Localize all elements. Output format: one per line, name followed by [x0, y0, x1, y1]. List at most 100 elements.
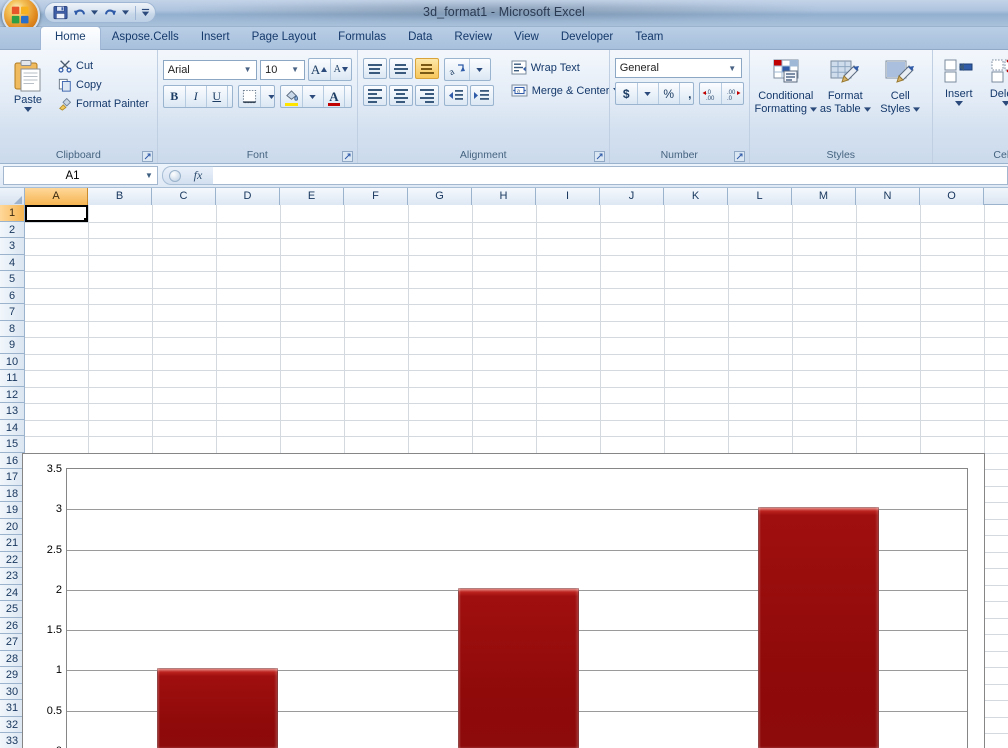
chart-object[interactable]: 00.511.522.533.5ABC	[22, 453, 985, 748]
format-as-table-dropdown-icon[interactable]	[863, 106, 871, 112]
tab-home[interactable]: Home	[40, 26, 101, 50]
tab-review[interactable]: Review	[443, 27, 503, 49]
font-color-button[interactable]: A	[322, 86, 344, 107]
tab-developer[interactable]: Developer	[550, 27, 624, 49]
middle-align-button[interactable]	[388, 58, 413, 79]
underline-dropdown-icon[interactable]	[226, 86, 232, 107]
merge-center-button[interactable]: a Merge & Center	[508, 82, 625, 99]
row-header-14[interactable]: 14	[0, 419, 25, 436]
accounting-format-button[interactable]: $	[616, 83, 637, 104]
orientation-group[interactable]: a	[443, 58, 491, 81]
column-header-M[interactable]: M	[792, 188, 856, 205]
row-header-5[interactable]: 5	[0, 271, 25, 288]
decimal-group[interactable]: .0 .00 .00 .0	[698, 82, 744, 105]
format-as-table-button[interactable]: Format as Table	[819, 57, 872, 148]
chart-bar-C[interactable]	[758, 507, 879, 748]
insert-cells-dropdown-icon[interactable]	[954, 101, 963, 106]
copy-button[interactable]: Copy	[55, 77, 152, 93]
underline-button[interactable]: U	[205, 86, 227, 107]
row-header-8[interactable]: 8	[0, 320, 25, 337]
cell-styles-button[interactable]: Cell Styles	[874, 57, 927, 148]
column-header-C[interactable]: C	[152, 188, 216, 205]
tab-formulas[interactable]: Formulas	[327, 27, 397, 49]
fx-icon[interactable]: fx	[185, 168, 211, 183]
conditional-formatting-button[interactable]: Conditional Formatting	[754, 57, 818, 148]
borders-dropdown-icon[interactable]	[260, 86, 274, 107]
font-style-group[interactable]: B I U	[162, 85, 234, 108]
column-header-L[interactable]: L	[728, 188, 792, 205]
top-align-button[interactable]	[362, 58, 387, 79]
formula-input-zone[interactable]: fx	[162, 166, 1008, 186]
name-box-caret-icon[interactable]: ▼	[141, 171, 157, 180]
delete-cells-dropdown-icon[interactable]	[1001, 101, 1008, 106]
column-header-G[interactable]: G	[408, 188, 472, 205]
row-header-2[interactable]: 2	[0, 221, 25, 238]
cell-styles-dropdown-icon[interactable]	[913, 106, 921, 112]
format-painter-button[interactable]: Format Painter	[55, 96, 152, 112]
column-header-F[interactable]: F	[344, 188, 408, 205]
formula-bar-expand[interactable]: fx	[162, 166, 213, 185]
shrink-font-button[interactable]: A	[329, 59, 351, 80]
font-size-caret-icon[interactable]: ▼	[289, 65, 302, 74]
font-name-combo[interactable]: Arial ▼	[162, 59, 258, 80]
font-dialog-launcher[interactable]	[341, 151, 353, 162]
decrease-decimal-button[interactable]: .00 .0	[721, 83, 743, 104]
tab-aspose-cells[interactable]: Aspose.Cells	[101, 27, 190, 49]
align-center-button[interactable]	[388, 85, 413, 106]
column-header-O[interactable]: O	[920, 188, 984, 205]
comma-format-button[interactable]: ,	[678, 83, 693, 104]
active-cell-A1[interactable]	[25, 205, 89, 223]
row-header-1[interactable]: 1	[0, 205, 25, 222]
row-header-4[interactable]: 4	[0, 254, 25, 271]
tab-data[interactable]: Data	[397, 27, 443, 49]
row-header-10[interactable]: 10	[0, 353, 25, 370]
row-header-9[interactable]: 9	[0, 337, 25, 354]
formula-input[interactable]	[213, 166, 1008, 185]
row-header-11[interactable]: 11	[0, 370, 25, 387]
paste-dropdown-icon[interactable]	[24, 107, 32, 112]
row-header-13[interactable]: 13	[0, 403, 25, 420]
clipboard-dialog-launcher[interactable]	[141, 151, 153, 162]
italic-button[interactable]: I	[184, 86, 206, 107]
column-header-I[interactable]: I	[536, 188, 600, 205]
color-group[interactable]: A	[279, 85, 352, 108]
borders-button[interactable]	[239, 86, 260, 107]
column-header-A[interactable]: A	[25, 188, 88, 205]
bold-button[interactable]: B	[164, 86, 185, 107]
cut-button[interactable]: Cut	[55, 58, 152, 74]
row-header-15[interactable]: 15	[0, 436, 25, 453]
column-header-H[interactable]: H	[472, 188, 536, 205]
row-header-6[interactable]: 6	[0, 287, 25, 304]
conditional-formatting-dropdown-icon[interactable]	[810, 106, 818, 112]
orientation-dropdown-icon[interactable]	[468, 59, 490, 80]
name-box[interactable]: A1 ▼	[3, 166, 158, 185]
borders-group[interactable]	[238, 85, 275, 108]
row-header-12[interactable]: 12	[0, 386, 25, 403]
column-header-E[interactable]: E	[280, 188, 344, 205]
chart-bar-B[interactable]	[458, 588, 579, 748]
fill-color-button[interactable]	[281, 86, 302, 107]
row-header-7[interactable]: 7	[0, 304, 25, 321]
ribbon-tabs[interactable]: Home Aspose.Cells Insert Page Layout For…	[0, 26, 1008, 50]
number-style-group[interactable]: $ % ,	[614, 82, 694, 105]
chart-bar-A[interactable]	[157, 668, 278, 748]
number-dialog-launcher[interactable]	[733, 151, 745, 162]
number-format-caret-icon[interactable]: ▼	[726, 64, 739, 73]
percent-format-button[interactable]: %	[657, 83, 679, 104]
align-left-button[interactable]	[362, 85, 387, 106]
insert-cells-button[interactable]: Insert	[938, 57, 980, 148]
decrease-indent-button[interactable]	[443, 85, 468, 106]
orientation-button[interactable]: a	[445, 59, 469, 80]
alignment-dialog-launcher[interactable]	[593, 151, 605, 162]
column-header-J[interactable]: J	[600, 188, 664, 205]
increase-decimal-button[interactable]: .0 .00	[700, 83, 721, 104]
delete-cells-button[interactable]: Delete	[984, 57, 1008, 148]
column-header-N[interactable]: N	[856, 188, 920, 205]
select-all-corner[interactable]	[0, 188, 25, 205]
font-name-caret-icon[interactable]: ▼	[241, 65, 254, 74]
column-header-D[interactable]: D	[216, 188, 280, 205]
wrap-text-button[interactable]: Wrap Text	[508, 59, 625, 76]
font-size-combo[interactable]: 10 ▼	[260, 59, 305, 80]
accounting-dropdown-icon[interactable]	[636, 83, 658, 104]
font-scale-group[interactable]: A A	[307, 58, 352, 81]
